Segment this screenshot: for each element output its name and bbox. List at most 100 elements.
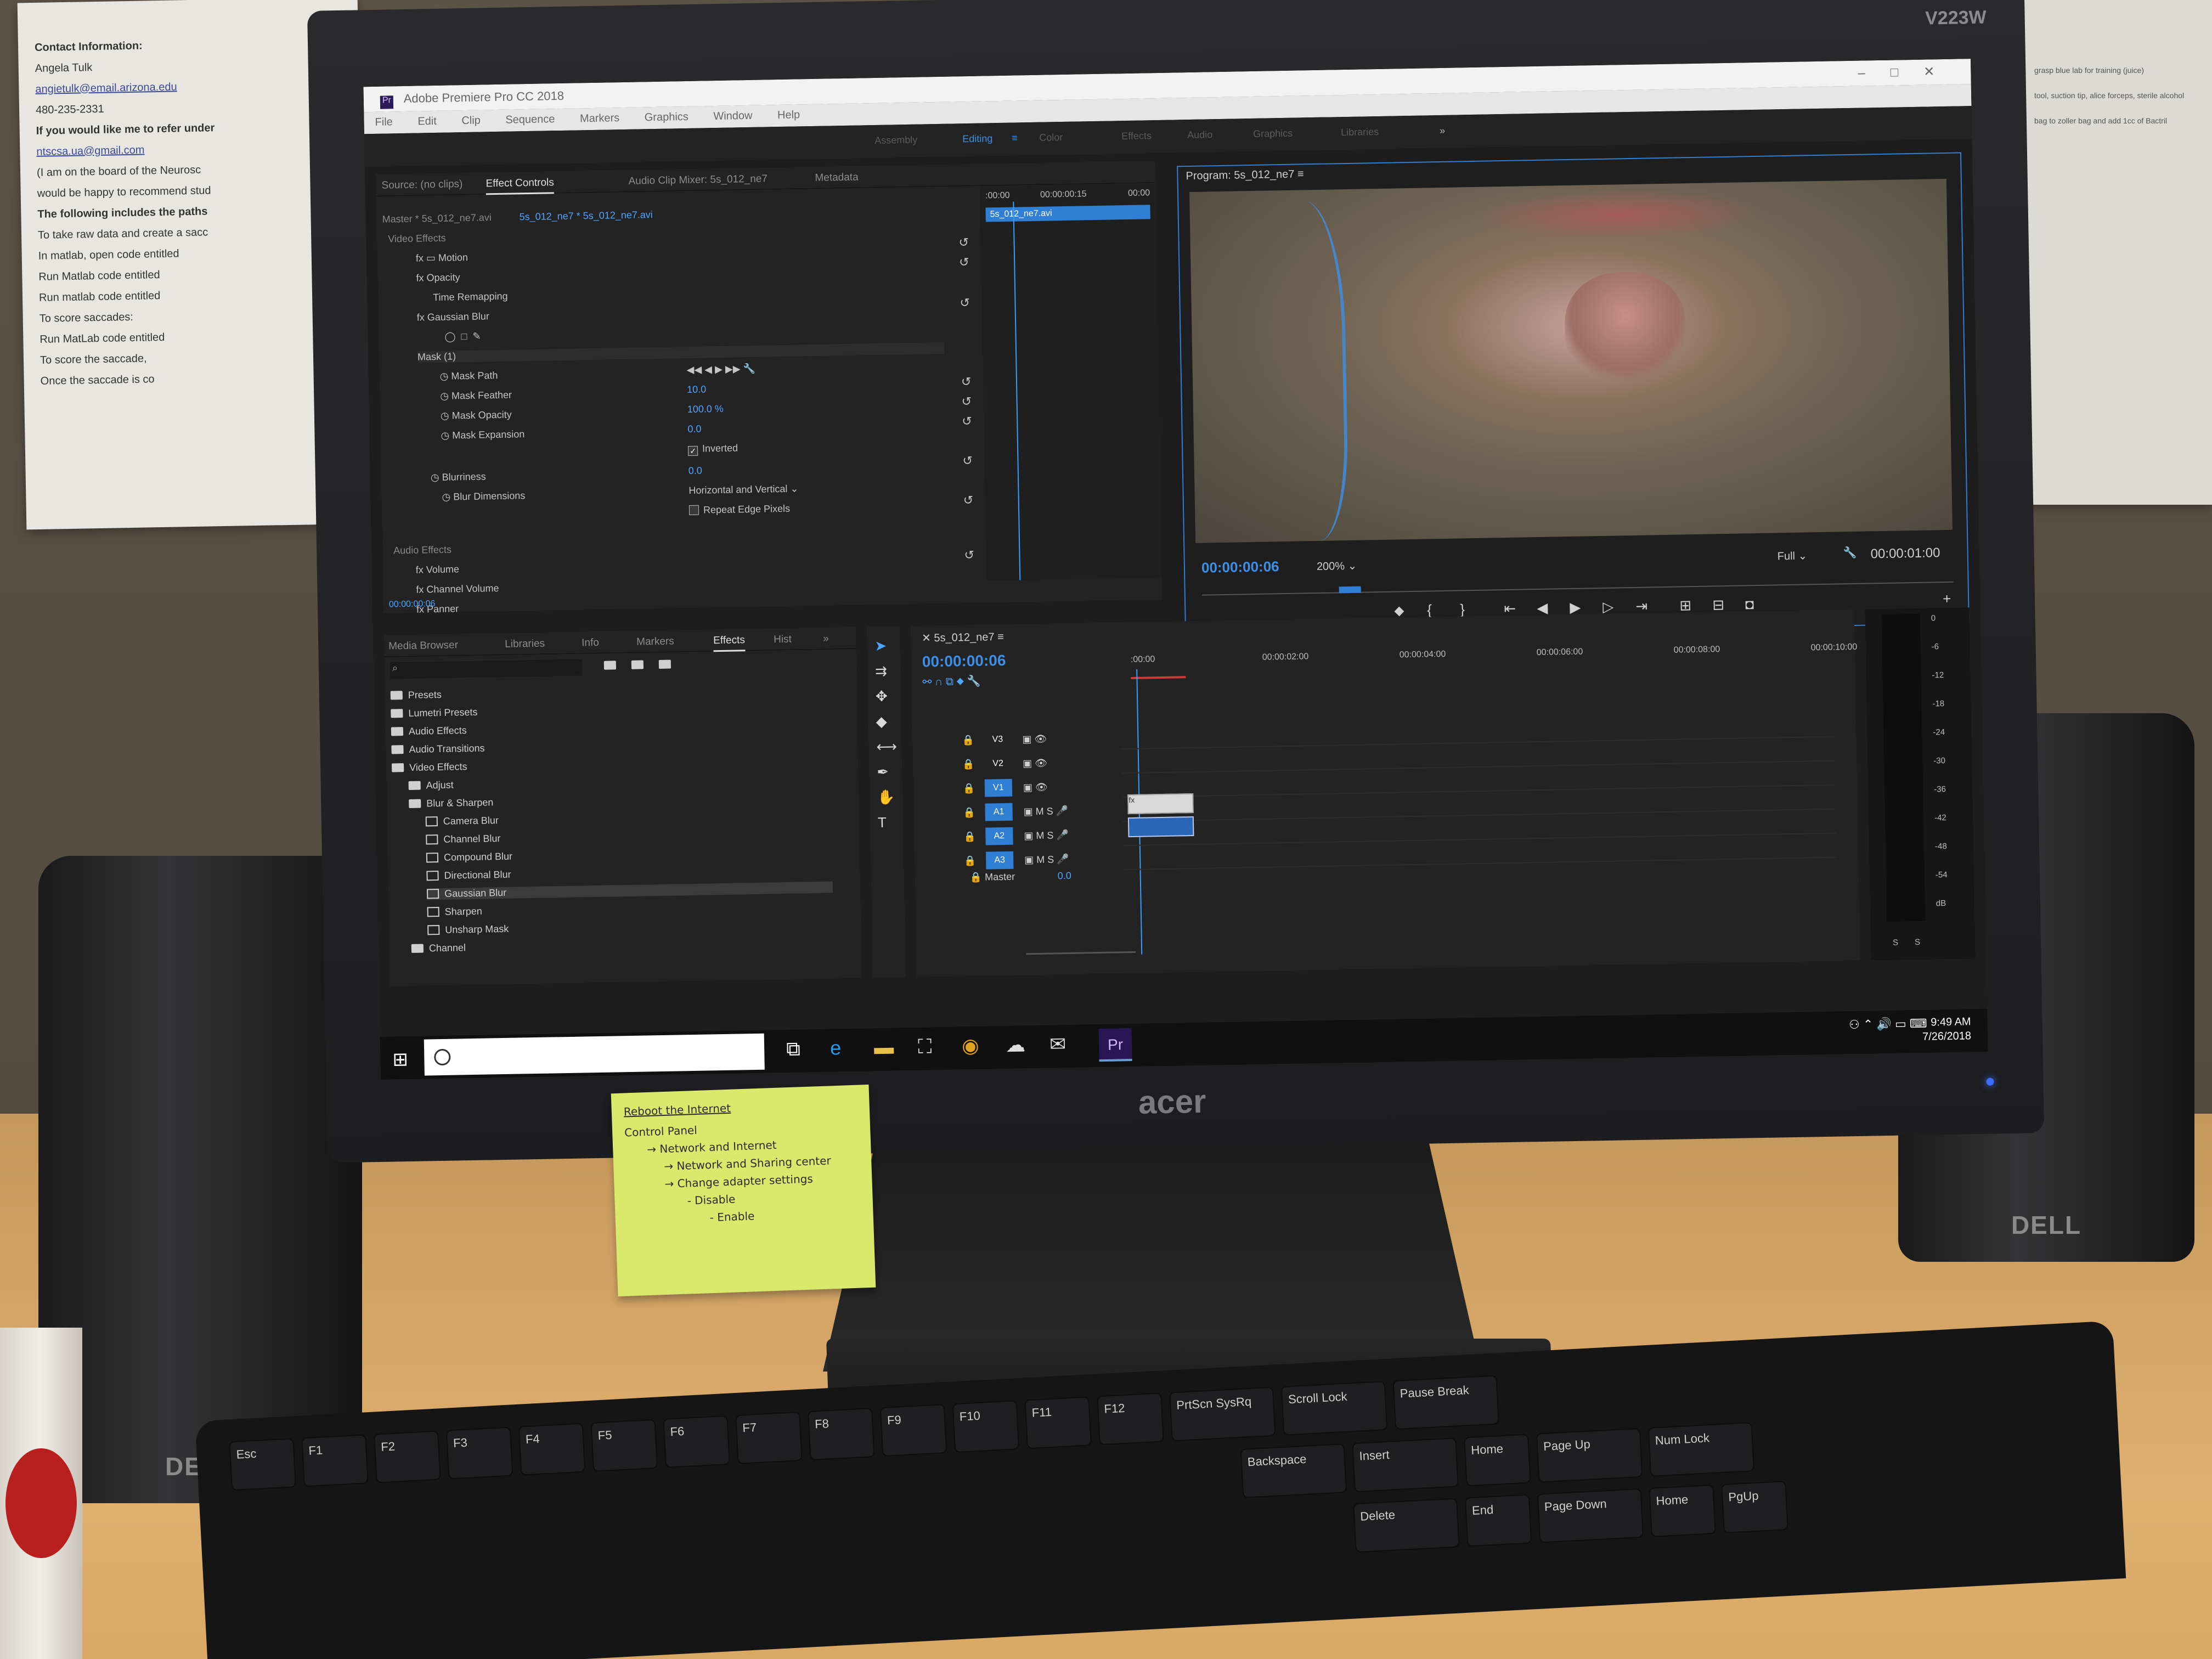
gaussian-blur-effect[interactable]: Gaussian Blur xyxy=(427,311,489,323)
effects-tree-item[interactable]: Adjust xyxy=(408,773,831,792)
store-icon[interactable]: ⛶ xyxy=(918,1035,932,1058)
tab-effects[interactable]: Effects xyxy=(713,634,746,652)
menu-markers[interactable]: Markers xyxy=(580,112,620,125)
razor-tool-icon[interactable]: ◆ xyxy=(876,713,887,730)
stopwatch-icon[interactable]: ◷ xyxy=(431,472,442,483)
premiere-taskbar-icon[interactable]: Pr xyxy=(1098,1028,1132,1062)
menu-file[interactable]: File xyxy=(375,116,393,128)
export-frame-icon[interactable]: ◘ xyxy=(1745,596,1754,613)
workspace-color[interactable]: Color xyxy=(1039,132,1063,144)
reset-icon[interactable]: ↺ xyxy=(958,235,969,250)
track-target-a1[interactable]: A1 xyxy=(985,803,1013,821)
track-lock-icon[interactable]: 🔒 xyxy=(964,855,977,867)
program-video-frame[interactable] xyxy=(1189,178,1953,543)
mask-expansion-value[interactable]: 0.0 xyxy=(687,424,701,435)
menu-sequence[interactable]: Sequence xyxy=(505,113,555,126)
reset-icon[interactable]: ↺ xyxy=(964,548,974,562)
mask-opacity-value[interactable]: 100.0 % xyxy=(687,403,724,415)
workspace-graphics[interactable]: Graphics xyxy=(1253,128,1293,140)
tab-source[interactable]: Source: (no clips) xyxy=(381,178,462,192)
blur-dimensions-dropdown[interactable]: Horizontal and Vertical ⌄ xyxy=(689,483,799,496)
mask-path-tracking-controls[interactable]: ◀◀ ◀ ▶ ▶▶ 🔧 xyxy=(686,363,755,376)
effects-tree-item[interactable]: Blur & Sharpen xyxy=(409,791,831,810)
effects-tree-item[interactable]: Compound Blur xyxy=(426,845,832,864)
windows-start-icon[interactable]: ⊞ xyxy=(392,1048,408,1070)
tab-info[interactable]: Info xyxy=(582,637,599,650)
mini-playhead[interactable] xyxy=(1013,201,1021,580)
track-mute-solo-icons[interactable]: ▣ M S 🎤 xyxy=(1023,805,1068,817)
track-target-v2[interactable]: V2 xyxy=(984,755,1012,773)
effects-tree-item[interactable]: Video Effects xyxy=(391,755,831,774)
timeline-timecode[interactable]: 00:00:00:06 xyxy=(922,652,1006,671)
track-target-a3[interactable]: A3 xyxy=(985,851,1014,870)
add-button-icon[interactable]: + xyxy=(1943,590,1951,607)
mark-out-icon[interactable]: } xyxy=(1460,601,1465,618)
video-clip[interactable]: fx xyxy=(1127,793,1194,815)
program-playhead[interactable] xyxy=(1339,586,1361,594)
sequence-tab[interactable]: ✕ 5s_012_ne7 ≡ xyxy=(922,630,1004,645)
track-toggle-output-icon[interactable]: ▣ 👁 xyxy=(1022,733,1047,746)
workspace-menu-icon[interactable]: ≡ xyxy=(1012,132,1018,144)
chrome-icon[interactable]: ◉ xyxy=(962,1034,979,1058)
timeline-tool-icons[interactable]: ⚯ ∩ ⧉ ⬥ 🔧 xyxy=(922,674,980,689)
track-toggle-output-icon[interactable]: ▣ 👁 xyxy=(1023,758,1047,770)
tab-effect-controls[interactable]: Effect Controls xyxy=(486,177,555,195)
stopwatch-icon[interactable]: ◷ xyxy=(440,391,452,402)
track-target-v1[interactable]: V1 xyxy=(984,778,1013,797)
track-lock-icon[interactable]: 🔒 xyxy=(962,759,975,770)
ellipse-mask-icon[interactable]: ◯ xyxy=(444,331,456,342)
menu-window[interactable]: Window xyxy=(713,110,753,122)
reset-icon[interactable]: ↺ xyxy=(961,375,972,389)
inverted-checkbox[interactable]: ✓ xyxy=(687,445,698,456)
reset-icon[interactable]: ↺ xyxy=(959,255,969,269)
quality-dropdown[interactable]: Full ⌄ xyxy=(1778,549,1808,563)
go-to-out-icon[interactable]: ⇥ xyxy=(1635,598,1647,615)
program-scrubber[interactable] xyxy=(1201,581,1954,596)
solo-left-button[interactable]: S xyxy=(1893,938,1898,947)
blurriness-value[interactable]: 0.0 xyxy=(689,465,702,477)
motion-effect[interactable]: Motion xyxy=(438,252,468,263)
effects-search-input[interactable]: ⌕ xyxy=(390,659,583,679)
taskbar-clock[interactable]: 9:49 AM 7/26/2018 xyxy=(1922,1014,1971,1044)
stopwatch-icon[interactable]: ◷ xyxy=(442,491,453,503)
lock-icon[interactable]: 🔒 xyxy=(970,872,985,883)
system-tray-icons[interactable]: ⚇ ⌃ 🔊 ▭ ⌨ xyxy=(1849,1017,1927,1032)
reset-icon[interactable]: ↺ xyxy=(961,394,972,409)
lift-icon[interactable]: ⊞ xyxy=(1679,597,1691,614)
cloud-app-icon[interactable]: ☁ xyxy=(1006,1033,1026,1057)
reset-icon[interactable]: ↺ xyxy=(962,454,973,468)
effects-tree-item[interactable]: Lumetri Presets xyxy=(391,701,830,720)
panel-menu-icon[interactable]: ≡ xyxy=(1297,168,1304,180)
tab-history[interactable]: Hist xyxy=(774,634,792,646)
slip-tool-icon[interactable]: ⟷ xyxy=(876,738,897,755)
track-lane[interactable] xyxy=(1122,784,1836,798)
stopwatch-icon[interactable]: ◷ xyxy=(441,410,452,421)
tab-audio-clip-mixer[interactable]: Audio Clip Mixer: 5s_012_ne7 xyxy=(628,173,768,187)
tab-markers[interactable]: Markers xyxy=(636,636,674,648)
track-lane[interactable] xyxy=(1123,856,1837,871)
close-icon[interactable]: ✕ xyxy=(922,632,934,644)
tabs-more-button[interactable]: » xyxy=(823,633,829,645)
close-button[interactable]: ✕ xyxy=(1923,64,1960,79)
stopwatch-icon[interactable]: ◷ xyxy=(441,430,452,441)
workspace-more-button[interactable]: » xyxy=(1440,125,1445,137)
workspace-effects[interactable]: Effects xyxy=(1121,130,1152,142)
mini-timeline-clip[interactable]: 5s_012_ne7.avi xyxy=(985,205,1150,222)
accelerated-effects-filter-icon[interactable] xyxy=(603,659,622,672)
track-toggle-output-icon[interactable]: ▣ 👁 xyxy=(1023,782,1048,794)
edge-browser-icon[interactable]: e xyxy=(830,1036,842,1059)
step-forward-icon[interactable]: ▷ xyxy=(1602,599,1614,616)
tab-media-browser[interactable]: Media Browser xyxy=(388,639,458,652)
workspace-libraries[interactable]: Libraries xyxy=(1341,126,1379,138)
play-icon[interactable]: ▶ xyxy=(1570,599,1581,616)
track-lane[interactable] xyxy=(1122,832,1836,847)
effect-controls-mini-timeline[interactable]: :00:00 00:00:00:15 00:00 5s_012_ne7.avi xyxy=(979,183,1163,581)
track-lane[interactable] xyxy=(1121,760,1835,774)
taskbar-search-box[interactable] xyxy=(424,1033,765,1076)
track-select-tool-icon[interactable]: ⇉ xyxy=(875,663,887,680)
extract-icon[interactable]: ⊟ xyxy=(1712,596,1724,613)
effects-tree-item[interactable]: Channel Blur xyxy=(426,827,832,846)
track-lock-icon[interactable]: 🔒 xyxy=(963,831,976,843)
effects-tree-item[interactable]: Presets xyxy=(390,682,830,702)
tab-metadata[interactable]: Metadata xyxy=(815,172,859,184)
